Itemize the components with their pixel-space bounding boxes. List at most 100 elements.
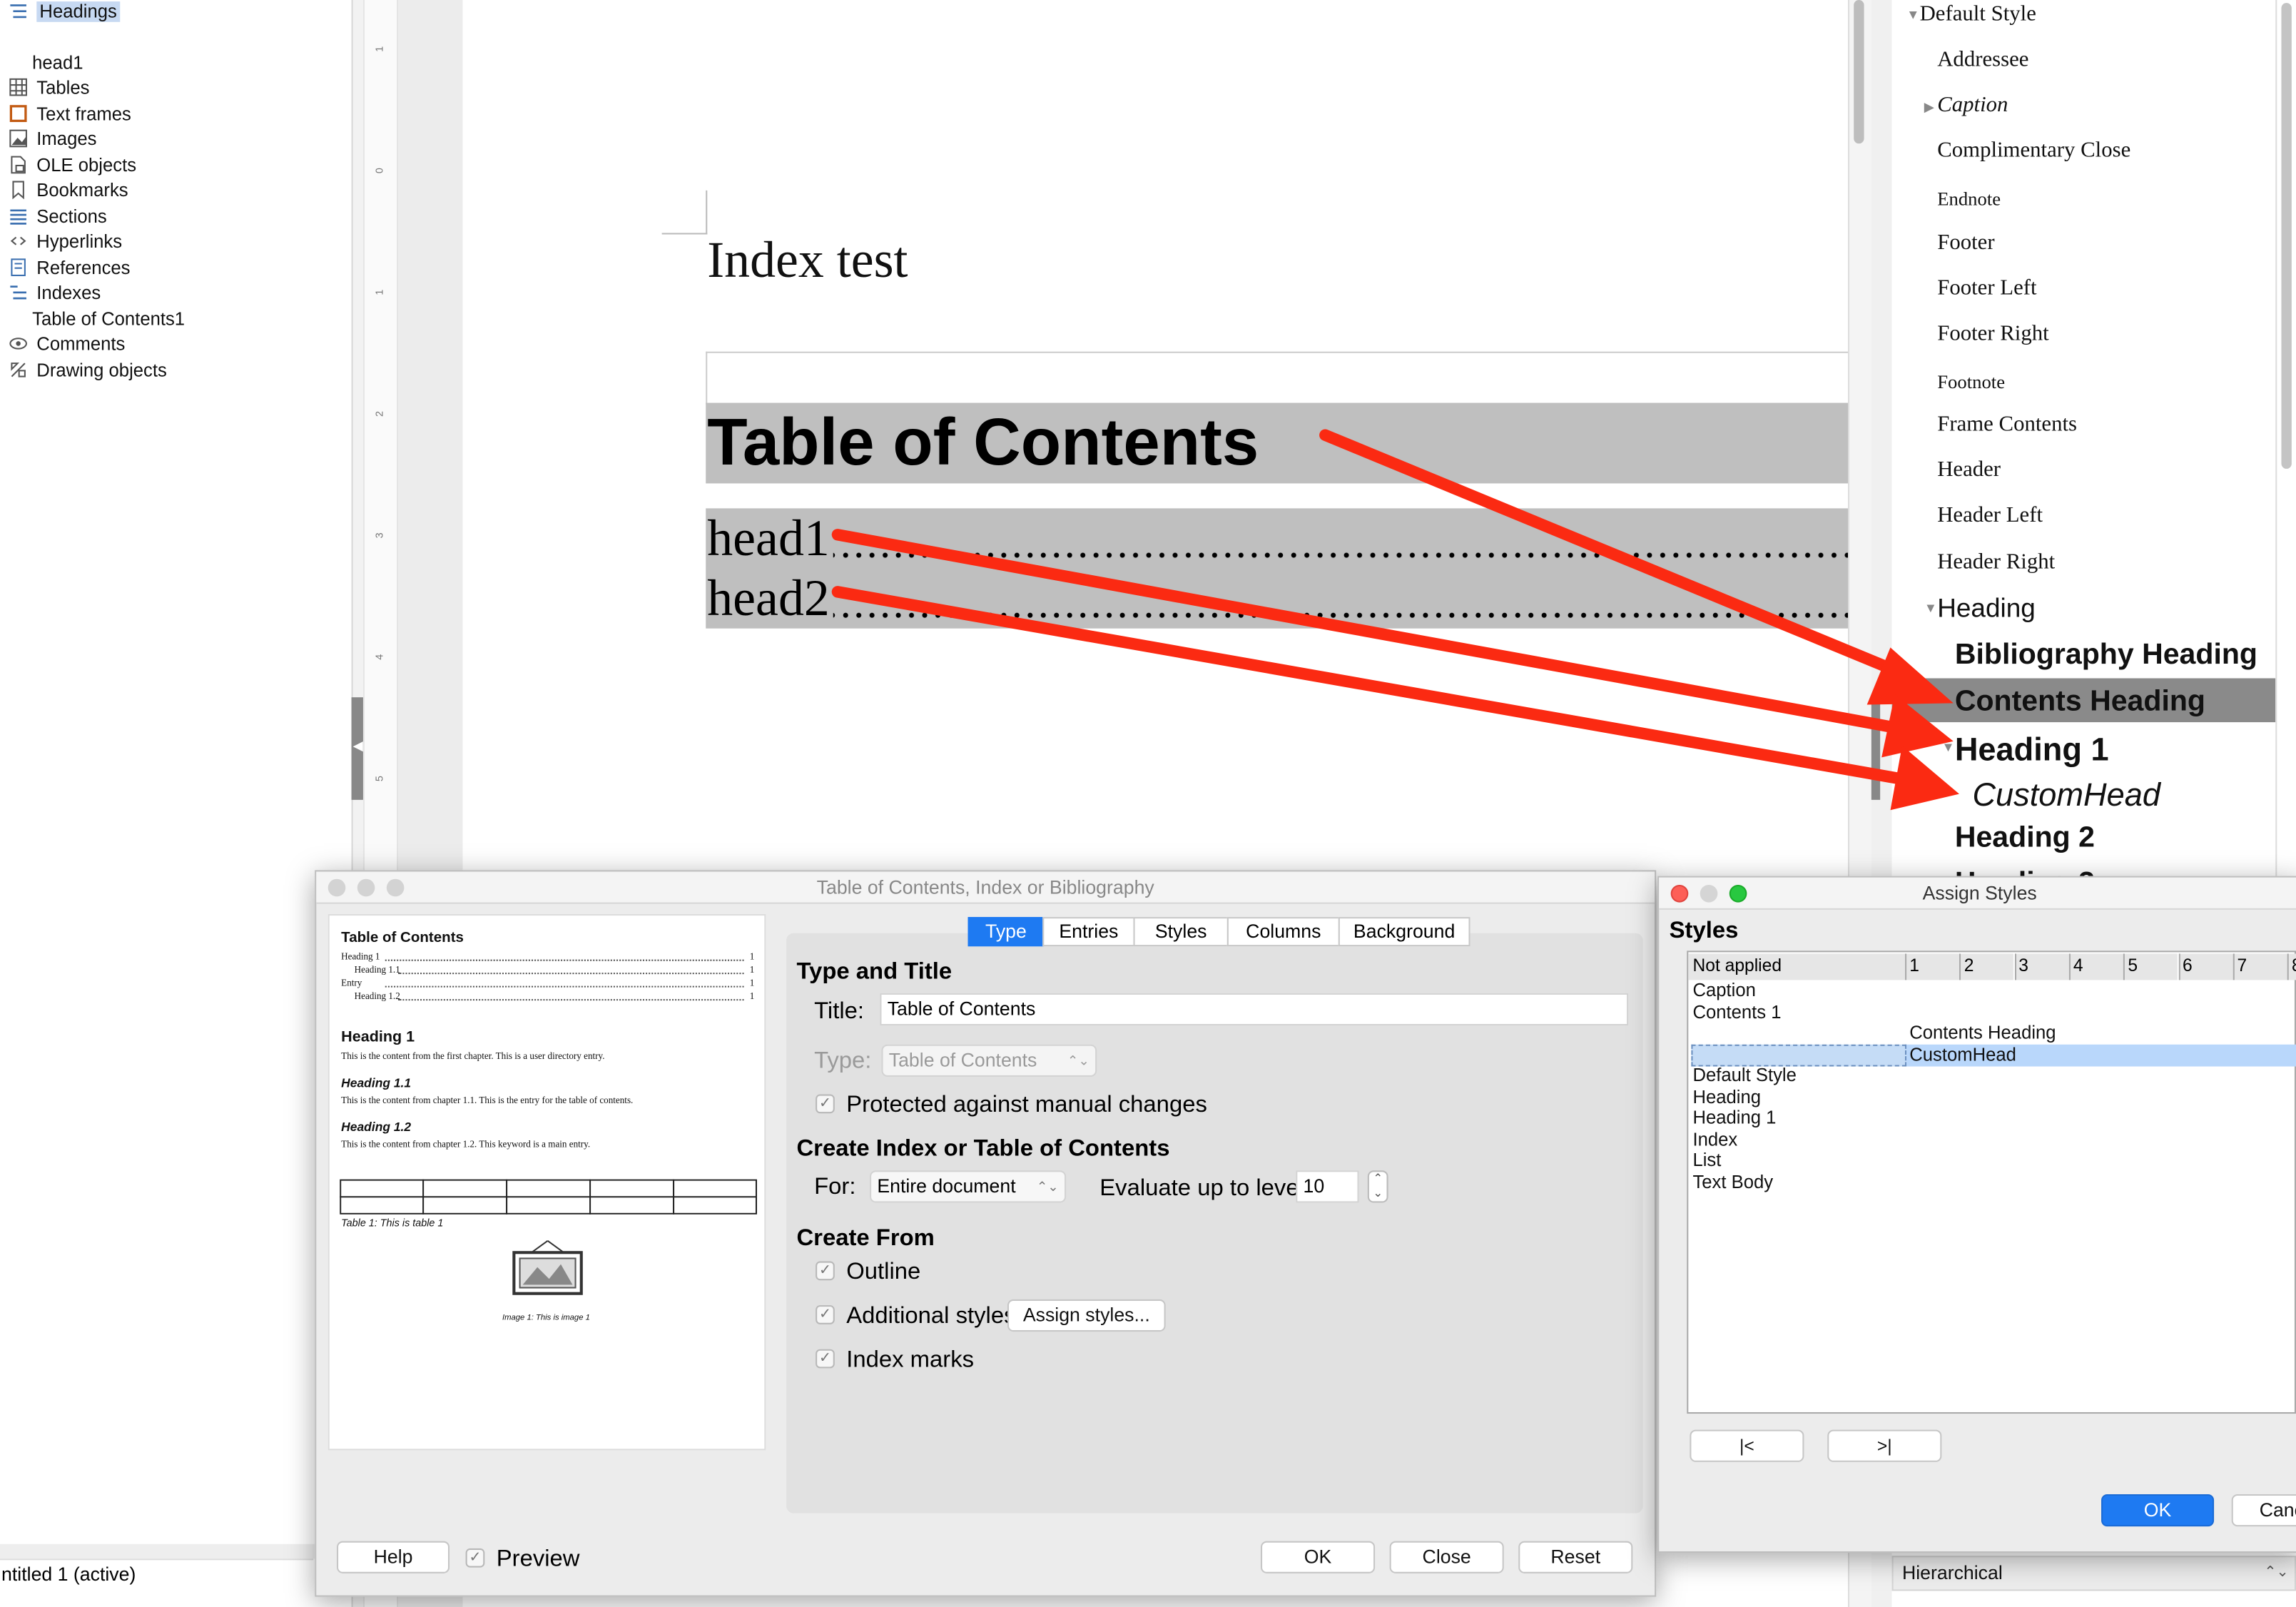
style-item[interactable]: Header Right — [1937, 551, 2055, 576]
protected-checkbox[interactable]: ✓ — [816, 1094, 835, 1114]
assign-ok-button[interactable]: OK — [2101, 1494, 2215, 1527]
navigator-item-ole-objects[interactable]: OLE objects — [9, 153, 136, 178]
style-row[interactable]: Heading — [1692, 1086, 1761, 1107]
reset-button[interactable]: Reset — [1518, 1541, 1633, 1573]
document-title[interactable]: Index test — [707, 231, 908, 290]
style-item[interactable]: Endnote — [1937, 188, 2001, 211]
column-level-3: 3 — [2014, 953, 2069, 980]
ok-button[interactable]: OK — [1261, 1541, 1376, 1573]
style-filter-select[interactable]: Hierarchical ⌃⌄ — [1891, 1556, 2296, 1591]
for-select[interactable]: Entire document ⌃⌄ — [870, 1170, 1067, 1203]
style-row[interactable]: Heading 1 — [1692, 1107, 1776, 1128]
column-level-4: 4 — [2068, 953, 2123, 980]
disclosure-triangle-icon[interactable]: ▼ — [1906, 7, 1919, 22]
close-button[interactable]: Close — [1389, 1541, 1504, 1573]
navigator-item-bookmarks[interactable]: Bookmarks — [9, 177, 128, 202]
preview-toc-page: 1 — [749, 991, 755, 1003]
style-row[interactable]: Default Style — [1692, 1065, 1796, 1085]
style-item[interactable]: CustomHead — [1972, 776, 2160, 814]
hyperlink-icon — [9, 231, 28, 250]
toc-entry[interactable]: head2 — [707, 569, 1849, 629]
style-item[interactable]: Heading — [1937, 593, 2036, 624]
help-button[interactable]: Help — [337, 1541, 450, 1573]
style-row-contents-1[interactable]: Contents 1 — [1692, 1002, 1781, 1023]
navigator-label: head1 — [32, 51, 83, 73]
style-row[interactable]: Text Body — [1692, 1172, 1773, 1192]
assign-styles-button[interactable]: Assign styles... — [1007, 1299, 1166, 1332]
evaluate-level-input[interactable]: 10 — [1296, 1170, 1359, 1203]
style-row[interactable]: List — [1692, 1150, 1721, 1171]
style-item[interactable]: Complimentary Close — [1937, 139, 2130, 164]
move-right-button[interactable]: >| — [1827, 1429, 1942, 1462]
deck-handle[interactable] — [1871, 697, 1881, 800]
style-item[interactable]: Addressee — [1937, 49, 2028, 73]
zoom-window-icon[interactable] — [1729, 884, 1747, 903]
tab-entries[interactable]: Entries — [1042, 917, 1135, 947]
navigator-item-text-frames[interactable]: Text frames — [9, 101, 131, 126]
style-item[interactable]: Heading 1 — [1955, 731, 2109, 769]
assign-cancel-button[interactable]: Canc — [2231, 1494, 2296, 1527]
navigator-item-comments[interactable]: Comments — [9, 331, 125, 356]
move-left-button[interactable]: |< — [1690, 1429, 1804, 1462]
navigator-item-images[interactable]: Images — [9, 126, 96, 151]
level-stepper[interactable]: ⌃ ⌄ — [1367, 1170, 1388, 1203]
style-item[interactable]: Footer Right — [1937, 323, 2049, 348]
navigator-item-hyperlinks[interactable]: Hyperlinks — [9, 228, 122, 253]
scrollbar-thumb[interactable] — [2281, 3, 2292, 469]
style-item[interactable]: Heading 2 — [1955, 822, 2095, 856]
type-select[interactable]: Table of Contents ⌃⌄ — [881, 1044, 1097, 1077]
tab-columns[interactable]: Columns — [1226, 917, 1340, 947]
style-item[interactable]: Bibliography Heading — [1955, 639, 2257, 672]
close-window-icon[interactable] — [327, 878, 346, 897]
navigator-item-drawing-objects[interactable]: Drawing objects — [9, 358, 167, 382]
navigator-panel: Headings head1 Tables Text frames Images… — [0, 0, 352, 1607]
style-item[interactable]: Contents Heading — [1955, 686, 2205, 719]
style-item[interactable]: Footer Left — [1937, 277, 2036, 302]
style-item[interactable]: Caption — [1937, 93, 2008, 118]
navigator-item-head1[interactable]: head1 — [32, 50, 83, 75]
toc-entry[interactable]: head1 — [707, 510, 1849, 568]
navigator-label: Hyperlinks — [36, 230, 123, 252]
style-item[interactable]: Footer — [1937, 231, 1994, 256]
minimize-window-icon[interactable] — [1700, 884, 1718, 903]
style-row-caption[interactable]: Caption — [1692, 980, 1755, 1000]
zoom-window-icon[interactable] — [386, 878, 405, 897]
style-item[interactable]: Header Left — [1937, 504, 2043, 529]
minimize-window-icon[interactable] — [357, 878, 375, 897]
toc-heading[interactable]: Table of Contents — [707, 405, 1259, 481]
disclosure-triangle-icon[interactable]: ▼ — [1941, 740, 1954, 755]
ole-icon — [9, 156, 28, 175]
title-input[interactable]: Table of Contents — [880, 993, 1629, 1026]
style-row[interactable]: Index — [1692, 1129, 1737, 1150]
navigator-item-references[interactable]: References — [9, 255, 131, 280]
preview-paragraph: This is the content from chapter 1.2. Th… — [341, 1140, 591, 1150]
collapse-handle[interactable]: ◀ — [351, 697, 363, 800]
column-level-5: 5 — [2123, 953, 2178, 980]
tab-styles[interactable]: Styles — [1133, 917, 1229, 947]
document-selector[interactable]: ntitled 1 (active) — [0, 1558, 314, 1588]
style-item[interactable]: Footnote — [1937, 370, 2005, 394]
disclosure-triangle-icon[interactable]: ▶ — [1924, 100, 1934, 116]
navigator-item-toc1[interactable]: Table of Contents1 — [32, 306, 185, 331]
navigator-item-headings[interactable]: Headings — [9, 0, 120, 24]
section-create-title: Create Index or Table of Contents — [796, 1137, 1170, 1162]
style-item[interactable]: Header — [1937, 459, 2001, 484]
disclosure-triangle-icon[interactable]: ▼ — [1924, 601, 1937, 616]
scrollbar-thumb[interactable] — [1854, 0, 1864, 144]
style-row-contents-heading[interactable]: Contents Heading — [1909, 1023, 2056, 1043]
dialog-title: Assign Styles — [1922, 881, 2037, 904]
style-item[interactable]: Default Style — [1920, 3, 2036, 28]
style-item[interactable]: Frame Contents — [1937, 413, 2077, 438]
navigator-item-indexes[interactable]: Indexes — [9, 280, 101, 305]
additional-styles-checkbox[interactable]: ✓ — [816, 1305, 835, 1324]
navigator-item-sections[interactable]: Sections — [9, 203, 107, 228]
style-row-customhead[interactable]: CustomHead — [1909, 1045, 2016, 1065]
index-marks-checkbox[interactable]: ✓ — [816, 1349, 835, 1369]
headings-icon — [9, 1, 28, 21]
preview-checkbox[interactable]: ✓ — [465, 1548, 485, 1568]
close-window-icon[interactable] — [1670, 884, 1689, 903]
navigator-item-tables[interactable]: Tables — [9, 75, 89, 100]
tab-type[interactable]: Type — [967, 917, 1045, 947]
tab-background[interactable]: Background — [1338, 917, 1470, 947]
outline-checkbox[interactable]: ✓ — [816, 1261, 835, 1281]
